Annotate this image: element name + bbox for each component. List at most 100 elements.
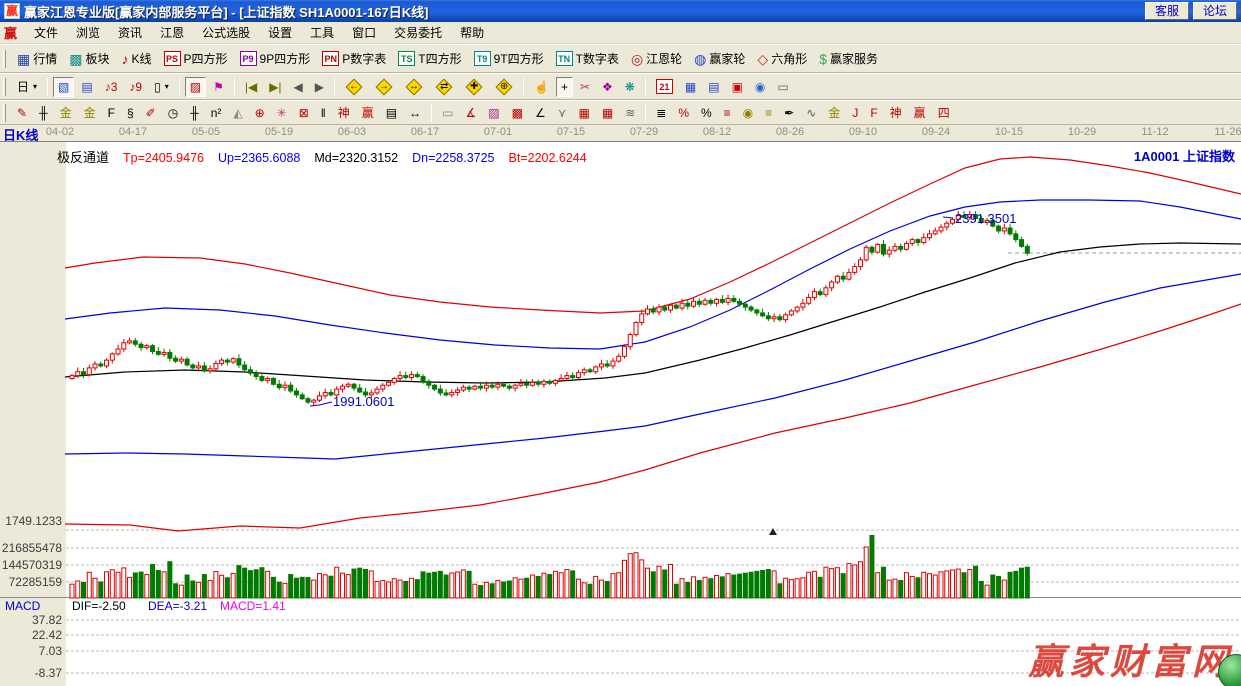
gold-scale2-tool[interactable]: 金	[79, 103, 101, 123]
menu-item-6[interactable]: 工具	[301, 24, 343, 42]
date-tick-07-01: 07-01	[476, 126, 520, 138]
menu-item-4[interactable]: 公式选股	[193, 24, 259, 42]
pan-left-button[interactable]: ←	[340, 77, 368, 97]
toolbar-p-square[interactable]: PSP四方形	[159, 48, 233, 69]
gold-scale-tool[interactable]: 金	[55, 103, 77, 123]
toolbar-kline[interactable]: ♪K线	[117, 48, 157, 69]
gann-fan-tool[interactable]: ∡	[460, 103, 481, 123]
forum-button[interactable]: 论坛	[1193, 2, 1237, 20]
shen-tool[interactable]: 神	[333, 103, 355, 123]
expand-h-button[interactable]: ↔	[400, 77, 428, 97]
si-angle-tool[interactable]: 四	[933, 103, 955, 123]
f-angle-tool[interactable]: F	[865, 103, 882, 123]
gann-scale-tool[interactable]: ╫	[34, 103, 53, 123]
compress-h-button[interactable]: ⇄	[430, 77, 458, 97]
toolbar-t-number[interactable]: TNT数字表	[551, 48, 624, 69]
toolbar-quotes[interactable]: ▦行情	[12, 48, 62, 69]
web-export-button[interactable]: ◉	[750, 77, 770, 97]
marker-brush-tool[interactable]: ✐	[141, 103, 161, 123]
period-day-button[interactable]: 日▾	[12, 77, 42, 97]
shen-angle-tool[interactable]: 神	[885, 103, 907, 123]
hand-tool-button[interactable]: ☝	[529, 77, 554, 97]
angle-tool-button[interactable]: ✂	[575, 77, 595, 97]
percent-fan-tool[interactable]: %	[673, 103, 694, 123]
toolbar-p-number[interactable]: PNP数字表	[317, 48, 391, 69]
pause-tool[interactable]: ‖	[316, 103, 331, 123]
menu-item-3[interactable]: 江恩	[151, 24, 193, 42]
info-list-button[interactable]: ▤	[76, 77, 97, 97]
chart-pattern-button[interactable]: ▧	[53, 77, 74, 97]
menu-item-8[interactable]: 交易委托	[385, 24, 451, 42]
rect-select-tool[interactable]: ▭	[437, 103, 458, 123]
gold-circle-tool[interactable]: ◉	[738, 103, 758, 123]
grid-red2-tool[interactable]: ▦	[597, 103, 618, 123]
toolbar-sectors[interactable]: ▩板块	[64, 48, 114, 69]
radial-tool[interactable]: ✳	[272, 103, 292, 123]
percent-tool[interactable]: %	[696, 103, 717, 123]
fibo-scale-tool[interactable]: F	[103, 103, 120, 123]
fit-all-button[interactable]: ⊕	[490, 77, 518, 97]
toolbar-winner-service[interactable]: $赢家服务	[814, 48, 883, 69]
menu-item-7[interactable]: 窗口	[343, 24, 385, 42]
ink-tool[interactable]: ✒	[779, 103, 799, 123]
candle-style-button[interactable]: ▯▾	[149, 77, 174, 97]
gann-tool-button[interactable]: ❖	[597, 77, 618, 97]
toolbar-t-square[interactable]: TST四方形	[393, 48, 466, 69]
toolbar-hexagon[interactable]: ◇六角形	[752, 48, 812, 69]
ying-tool[interactable]: 赢	[357, 103, 379, 123]
toolbar-winner-wheel[interactable]: ◍赢家轮	[689, 48, 750, 69]
next-bar-button[interactable]: ▶	[310, 77, 329, 97]
ying-angle-tool[interactable]: 赢	[909, 103, 931, 123]
trend-check-tool[interactable]: ⋎	[553, 103, 572, 123]
menu-item-9[interactable]: 帮助	[451, 24, 493, 42]
ray-box-tool[interactable]: ▩	[507, 103, 528, 123]
j-angle-tool[interactable]: J	[847, 103, 863, 123]
grid-red-tool[interactable]: ▦	[574, 103, 595, 123]
flag-button[interactable]: ⚑	[208, 77, 229, 97]
ruler-123-tool[interactable]: ▤	[381, 103, 402, 123]
analysis-tool-button[interactable]: ❋	[620, 77, 640, 97]
crosshair-tool-button[interactable]: +	[556, 77, 573, 97]
toolbar-t9-square[interactable]: T99T四方形	[469, 48, 549, 69]
gold-angle-tool[interactable]: 金	[823, 103, 845, 123]
time-ruler-tool[interactable]: ╫	[185, 103, 204, 123]
customer-service-button[interactable]: 客服	[1145, 2, 1189, 20]
wave-tool[interactable]: ∿	[801, 103, 821, 123]
bars-9-button[interactable]: ♪9	[124, 77, 147, 97]
percent-line-tool[interactable]: ≡	[719, 103, 736, 123]
spiral-tool[interactable]: §	[122, 103, 139, 123]
angle-line-tool[interactable]: ∠	[530, 103, 551, 123]
pan-right-button[interactable]: →	[370, 77, 398, 97]
menu-item-5[interactable]: 设置	[259, 24, 301, 42]
diamond-arrow-icon: ⇄	[436, 78, 453, 95]
first-bar-button[interactable]: |◀	[240, 77, 262, 97]
mirror-tool[interactable]: ◭	[228, 103, 247, 123]
calculator-button[interactable]: ▦	[680, 77, 701, 97]
width-arrow-tool[interactable]: ↔	[404, 103, 426, 123]
bars-3-button[interactable]: ♪3	[100, 77, 123, 97]
compass-tool[interactable]: ⊕	[250, 103, 270, 123]
last-bar-button[interactable]: ▶|	[264, 77, 286, 97]
cycle-circle-tool[interactable]: ◷	[163, 103, 183, 123]
memo-button[interactable]: ▤	[703, 77, 724, 97]
print-button[interactable]: ▭	[772, 77, 793, 97]
kline-pattern-button[interactable]: ▨	[185, 77, 206, 97]
menu-item-0[interactable]: 文件	[25, 24, 67, 42]
price-scale-tool[interactable]: ≣	[651, 103, 671, 123]
menu-item-2[interactable]: 资讯	[109, 24, 151, 42]
toolbar-p9-square[interactable]: P99P四方形	[235, 48, 316, 69]
calendar-button[interactable]: 21	[651, 77, 678, 96]
hatch-tool[interactable]: ≋	[620, 103, 640, 123]
toolbar-separator	[47, 78, 48, 96]
prev-bar-button[interactable]: ◀	[289, 77, 308, 97]
brush-tool[interactable]: ✎	[12, 103, 32, 123]
save-button[interactable]: ▣	[727, 77, 748, 97]
gold-line-tool[interactable]: ≡	[760, 103, 777, 123]
pentagon-box-tool[interactable]: ▨	[483, 103, 504, 123]
menu-item-1[interactable]: 浏览	[67, 24, 109, 42]
grid-box-tool[interactable]: ⊠	[294, 103, 314, 123]
square-of-nine-tool[interactable]: n²	[206, 103, 227, 123]
toolbar-gann-wheel[interactable]: ◎江恩轮	[626, 48, 687, 69]
spiral-tool-icon: §	[127, 105, 134, 121]
expand-all-button[interactable]: ✚	[460, 77, 488, 97]
